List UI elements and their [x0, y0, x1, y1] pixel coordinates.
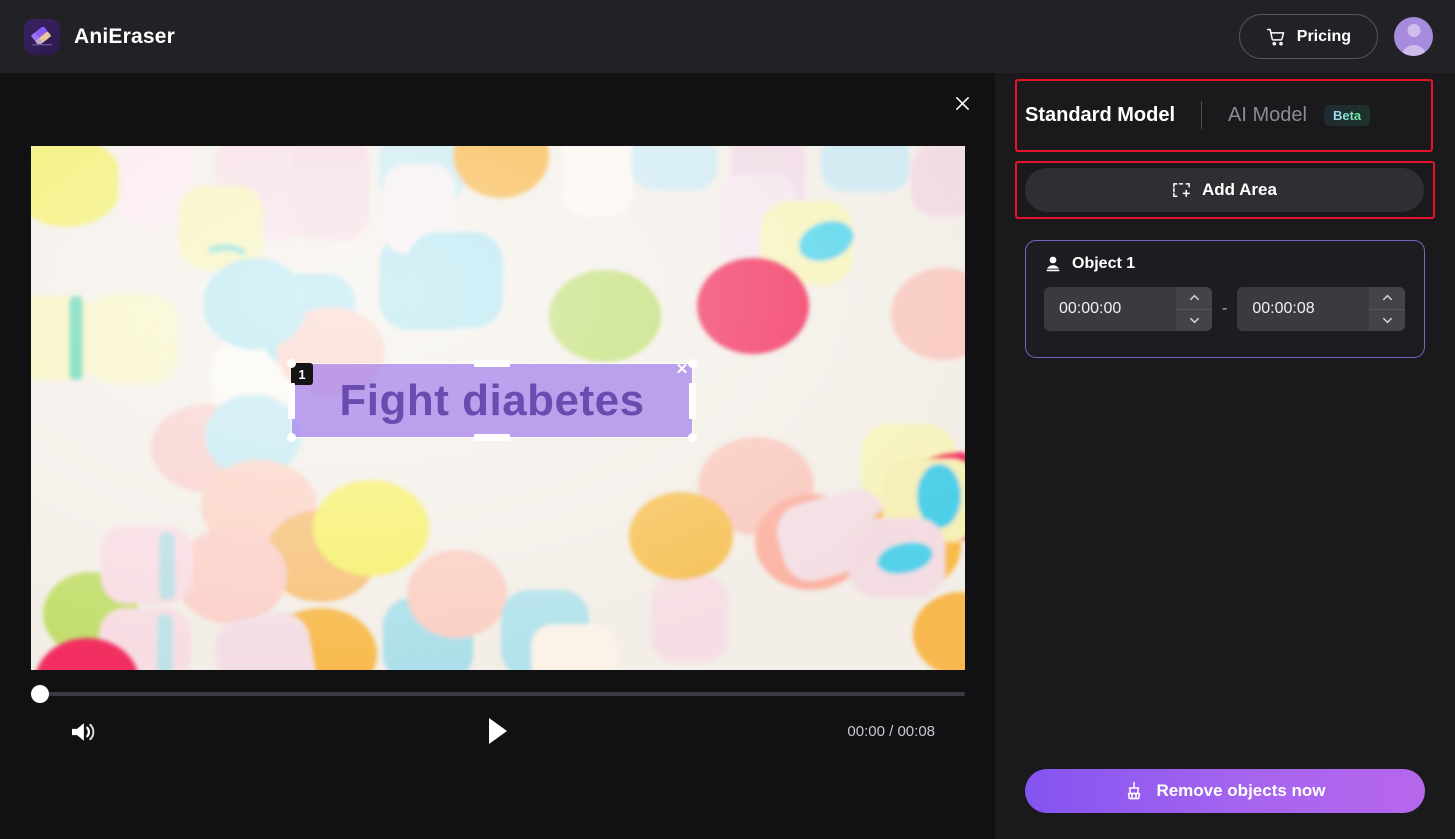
app-header: AniEraser Pricing — [0, 0, 1455, 73]
resize-handle-right[interactable] — [689, 382, 696, 419]
start-time-decrement[interactable] — [1176, 308, 1212, 332]
play-glyph — [489, 718, 507, 744]
progress-knob[interactable] — [31, 685, 49, 703]
model-tabs: Standard Model AI Model Beta — [1021, 85, 1427, 145]
pricing-button[interactable]: Pricing — [1238, 14, 1378, 59]
start-time-stepper — [1176, 287, 1212, 331]
volume-icon[interactable] — [67, 717, 97, 747]
tab-divider — [1201, 101, 1203, 129]
start-time-field[interactable]: 00:00:00 — [1044, 287, 1212, 331]
end-time-increment[interactable] — [1369, 287, 1405, 309]
cart-icon — [1266, 28, 1285, 46]
tab-ai-model[interactable]: AI Model — [1224, 104, 1311, 127]
play-icon[interactable] — [486, 716, 510, 746]
brand-name: AniEraser — [74, 24, 176, 48]
chevron-down-icon — [1189, 317, 1199, 324]
avatar-head — [1407, 24, 1420, 37]
eraser-icon — [24, 18, 60, 55]
resize-handle-top-left[interactable] — [287, 359, 296, 368]
avatar-body — [1401, 45, 1426, 56]
add-area-icon — [1173, 182, 1190, 197]
remove-objects-button[interactable]: Remove objects now — [1025, 769, 1425, 813]
start-time-value: 00:00:00 — [1059, 300, 1122, 317]
chevron-up-icon — [1189, 294, 1199, 301]
end-time-field[interactable]: 00:00:08 — [1237, 287, 1406, 332]
beta-badge-label: Beta — [1332, 107, 1362, 123]
start-time-increment[interactable] — [1176, 287, 1212, 309]
editor-area: 1 Fight diabetes ✕ 00:00 / 00:08 — [0, 73, 995, 839]
header-actions: Pricing — [1238, 14, 1433, 59]
object-title: Object 1 — [1072, 255, 1136, 272]
add-area-button[interactable]: Add Area — [1025, 168, 1424, 212]
eraser-glyph — [31, 26, 52, 45]
end-time-value: 00:00:08 — [1252, 300, 1315, 317]
close-glyph — [955, 96, 969, 110]
player-controls: 00:00 / 00:08 — [31, 713, 965, 753]
pricing-label: Pricing — [1296, 27, 1351, 45]
resize-handle-bottom-right[interactable] — [688, 433, 697, 442]
chevron-up-icon — [1382, 294, 1392, 301]
video-progress-slider[interactable] — [31, 685, 965, 703]
resize-handle-bottom[interactable] — [474, 434, 510, 441]
beta-badge: Beta — [1323, 104, 1371, 126]
broom-icon — [1128, 781, 1141, 800]
end-time-decrement[interactable] — [1369, 308, 1406, 332]
person-icon — [1046, 256, 1060, 272]
object-card: Object 1 00:00:00 - 00:00:08 — [1025, 240, 1425, 358]
resize-handle-bottom-left[interactable] — [287, 433, 296, 442]
progress-track — [31, 692, 965, 696]
close-icon[interactable] — [948, 89, 976, 117]
volume-glyph — [72, 723, 95, 741]
time-range-separator: - — [1222, 300, 1228, 317]
tab-standard-model[interactable]: Standard Model — [1021, 104, 1179, 127]
object-selection-box[interactable]: 1 Fight diabetes ✕ — [287, 359, 697, 442]
app-root: AniEraser Pricing 1 Fight diabetes ✕ 00:… — [0, 0, 1455, 839]
remove-objects-label: Remove objects now — [1156, 781, 1326, 800]
chevron-down-icon — [1382, 317, 1392, 324]
resize-handle-top-right[interactable] — [688, 359, 697, 368]
resize-handle-top[interactable] — [474, 360, 510, 367]
resize-handle-left[interactable] — [288, 382, 295, 419]
object-time-range: 00:00:00 - 00:00:08 — [1044, 287, 1406, 331]
avatar[interactable] — [1394, 17, 1433, 56]
brand: AniEraser — [24, 18, 176, 55]
video-preview[interactable]: 1 Fight diabetes ✕ — [31, 146, 965, 670]
selection-text: Fight diabetes — [339, 375, 645, 425]
right-panel: Standard Model AI Model Beta Add Area Ob… — [995, 73, 1455, 839]
end-time-stepper — [1369, 287, 1406, 332]
time-display: 00:00 / 00:08 — [847, 723, 935, 740]
add-area-label: Add Area — [1202, 180, 1277, 199]
object-header: Object 1 — [1044, 255, 1406, 273]
